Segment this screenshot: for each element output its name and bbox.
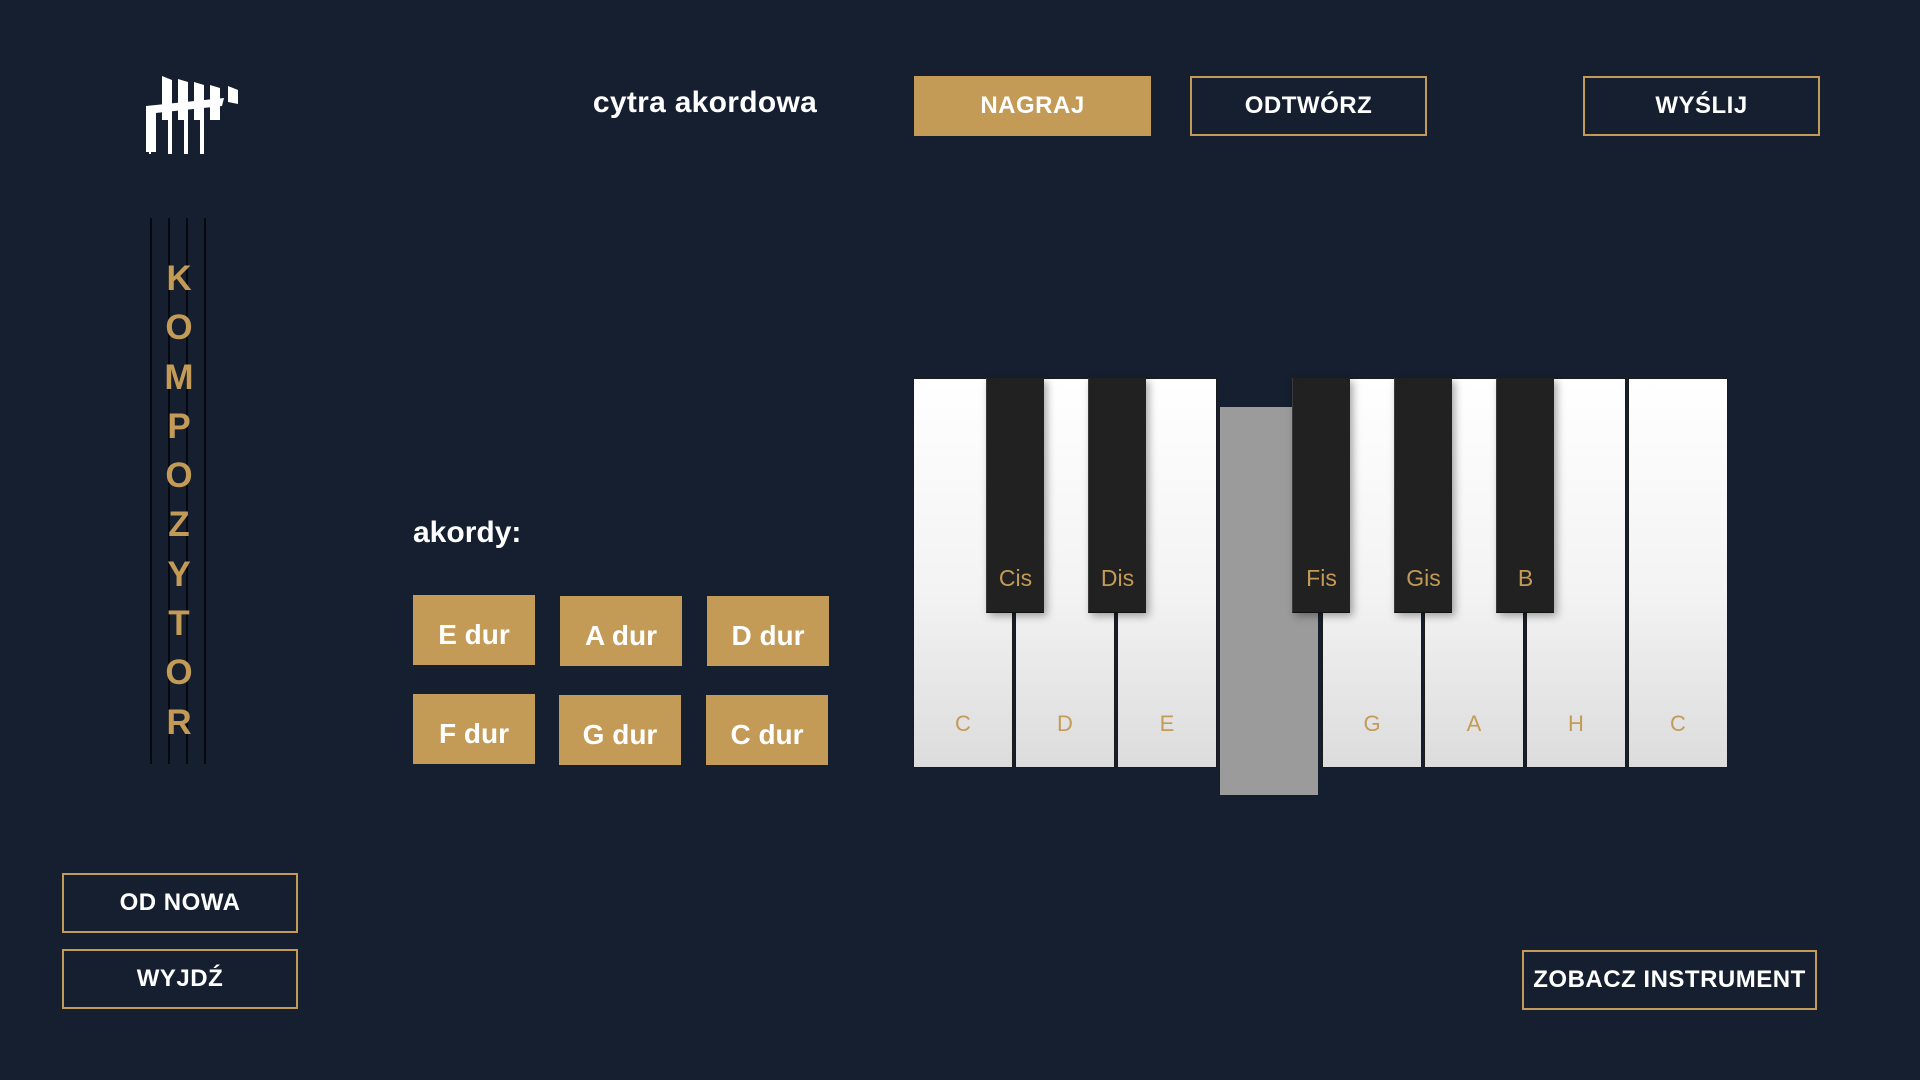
black-key-gis[interactable]: Gis [1394,378,1452,613]
record-button[interactable]: NAGRAJ [914,76,1151,136]
black-key-cis[interactable]: Cis [986,378,1044,613]
black-key-dis[interactable]: Dis [1088,378,1146,613]
chord-button-f-dur[interactable]: F dur [413,694,535,764]
title-letter: Y [167,554,191,594]
white-key-c-high[interactable]: C [1628,378,1728,768]
title-letter: O [165,308,193,348]
chord-button-e-dur[interactable]: E dur [413,595,535,665]
instrument-name: cytra akordowa [592,86,818,119]
title-letter: R [166,702,192,742]
chord-button-g-dur[interactable]: G dur [559,695,681,765]
restart-button[interactable]: OD NOWA [62,873,298,933]
chord-button-c-dur[interactable]: C dur [706,695,828,765]
title-letter: M [164,357,194,397]
chord-button-d-dur[interactable]: D dur [707,596,829,666]
title-letter: P [167,406,191,446]
see-instrument-button[interactable]: ZOBACZ INSTRUMENT [1522,950,1817,1010]
chords-label: akordy: [413,516,522,549]
chord-button-a-dur[interactable]: A dur [560,596,682,666]
vertical-title: K O M P O Z Y T O R [148,254,210,747]
send-button[interactable]: WYŚLIJ [1583,76,1820,136]
black-key-fis[interactable]: Fis [1292,378,1350,613]
title-letter: O [165,456,193,496]
piano-keyboard: C D E G A H C Cis Dis Fis Gis B [913,378,1730,798]
black-key-b[interactable]: B [1496,378,1554,613]
title-letter: K [166,259,192,298]
title-letter: T [168,604,190,644]
title-letter: Z [168,505,190,545]
museum-logo-icon [146,76,238,154]
title-letter: O [165,653,193,693]
exit-button[interactable]: WYJDŹ [62,949,298,1009]
play-button[interactable]: ODTWÓRZ [1190,76,1427,136]
